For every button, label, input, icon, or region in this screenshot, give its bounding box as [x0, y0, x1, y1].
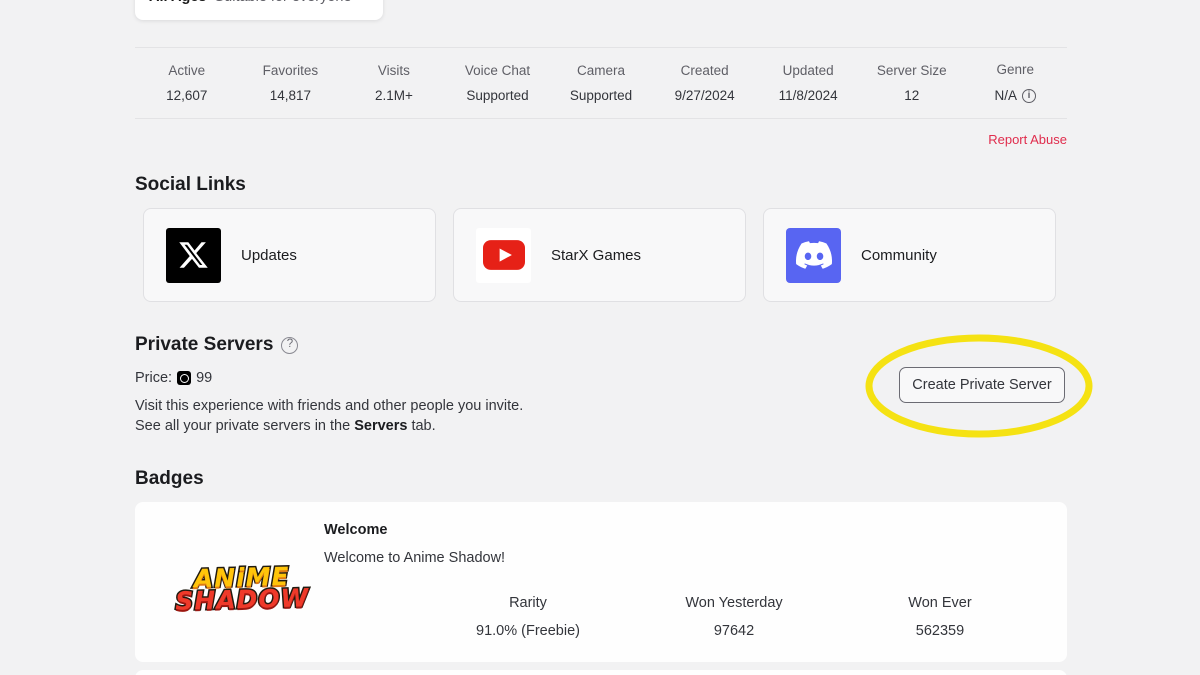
stat-label: Updated: [782, 62, 834, 78]
section-title-text: Social Links: [135, 174, 246, 195]
badge-stat-label: Rarity: [509, 595, 547, 611]
stat-visits: Visits 2.1M+: [342, 62, 446, 103]
badge-name: Welcome: [324, 522, 388, 538]
age-rating-tooltip: All Ages Suitable for everyone: [135, 0, 383, 20]
create-private-server-button[interactable]: Create Private Server: [899, 367, 1065, 403]
stat-updated: Updated 11/8/2024: [756, 62, 860, 103]
stat-server-size: Server Size 12: [860, 62, 964, 103]
private-servers-heading: Private Servers ?: [135, 334, 299, 356]
stat-value: Supported: [466, 88, 529, 103]
stat-value: Supported: [569, 88, 633, 103]
section-title-text: Private Servers: [135, 334, 274, 355]
private-servers-desc-line-2: See all your private servers in the Serv…: [135, 416, 523, 436]
age-rating-description: Suitable for everyone: [214, 0, 351, 5]
social-card-label: StarX Games: [551, 246, 642, 264]
age-rating-label: All Ages: [149, 0, 206, 5]
badge-art-line-2: SHADOW: [173, 581, 311, 616]
stat-camera: Camera Supported: [549, 62, 653, 103]
badge-stat-label: Won Ever: [908, 595, 972, 611]
discord-icon: [786, 227, 841, 283]
badge-description: Welcome to Anime Shadow!: [324, 550, 506, 566]
private-servers-description: Visit this experience with friends and o…: [135, 396, 523, 436]
stat-label: Favorites: [262, 62, 319, 78]
private-servers-desc-line-1: Visit this experience with friends and o…: [135, 398, 524, 414]
stat-label: Created: [680, 62, 729, 78]
social-links-row: Updates StarX Games Community: [143, 208, 1058, 302]
social-card-updates[interactable]: Updates: [143, 208, 436, 302]
stat-label: Genre: [996, 62, 1035, 78]
info-icon[interactable]: i: [1022, 88, 1037, 103]
x-twitter-icon: [166, 227, 221, 283]
badges-heading: Badges: [135, 468, 204, 490]
stat-value: N/A i: [964, 88, 1068, 103]
stat-voice-chat: Voice Chat Supported: [446, 62, 550, 103]
stat-active: Active 12,607: [135, 62, 239, 103]
badge-stat-label: Won Yesterday: [685, 595, 783, 611]
social-card-discord[interactable]: Community: [763, 208, 1056, 302]
stat-value: 11/8/2024: [778, 88, 838, 103]
badge-card[interactable]: ANiME SHADOW Welcome Welcome to Anime Sh…: [135, 502, 1067, 662]
social-card-youtube[interactable]: StarX Games: [453, 208, 746, 302]
badge-stats-row: Rarity 91.0% (Freebie) Won Yesterday 976…: [425, 596, 1043, 638]
badge-stat-won-yesterday: Won Yesterday 97642: [631, 596, 837, 638]
social-card-label: Community: [861, 246, 937, 264]
question-mark-icon[interactable]: ?: [281, 336, 299, 354]
robux-icon: [177, 371, 192, 385]
social-card-label: Updates: [241, 246, 297, 264]
badge-stat-value: 562359: [915, 622, 965, 639]
stat-label: Server Size: [876, 62, 947, 78]
private-server-price: Price: 99: [135, 370, 212, 386]
price-value: 99: [196, 370, 213, 386]
stat-label: Voice Chat: [464, 62, 531, 78]
social-links-heading: Social Links: [135, 174, 246, 196]
stat-value: 9/27/2024: [674, 88, 735, 103]
desc-line2-post: tab.: [407, 418, 436, 434]
stat-value: 14,817: [269, 88, 311, 103]
badge-stat-won-ever: Won Ever 562359: [837, 596, 1043, 638]
badge-stat-value: 91.0% (Freebie): [476, 622, 580, 639]
stat-created: Created 9/27/2024: [653, 62, 757, 103]
price-label: Price:: [135, 370, 173, 386]
badge-card[interactable]: [135, 670, 1067, 675]
stat-value: 2.1M+: [374, 88, 413, 103]
stat-genre: Genre N/A i: [964, 63, 1068, 103]
stat-value: 12: [904, 88, 920, 103]
badge-stat-value: 97642: [713, 622, 755, 639]
youtube-icon: [476, 227, 531, 283]
servers-tab-link[interactable]: Servers: [354, 418, 407, 434]
game-details-page: All Ages Suitable for everyone Active 12…: [0, 0, 1200, 675]
stat-value: 12,607: [166, 88, 208, 103]
badge-stat-rarity: Rarity 91.0% (Freebie): [425, 596, 631, 638]
desc-line2-pre: See all your private servers in the: [135, 418, 355, 434]
stat-label: Active: [168, 62, 206, 78]
stat-label: Visits: [377, 62, 410, 78]
experience-stats-row: Active 12,607 Favorites 14,817 Visits 2.…: [135, 47, 1067, 119]
stat-label: Camera: [577, 62, 626, 78]
badge-image: ANiME SHADOW: [159, 520, 324, 617]
stat-favorites: Favorites 14,817: [239, 62, 343, 103]
report-abuse-link[interactable]: Report Abuse: [988, 132, 1067, 147]
section-title-text: Badges: [135, 468, 204, 489]
